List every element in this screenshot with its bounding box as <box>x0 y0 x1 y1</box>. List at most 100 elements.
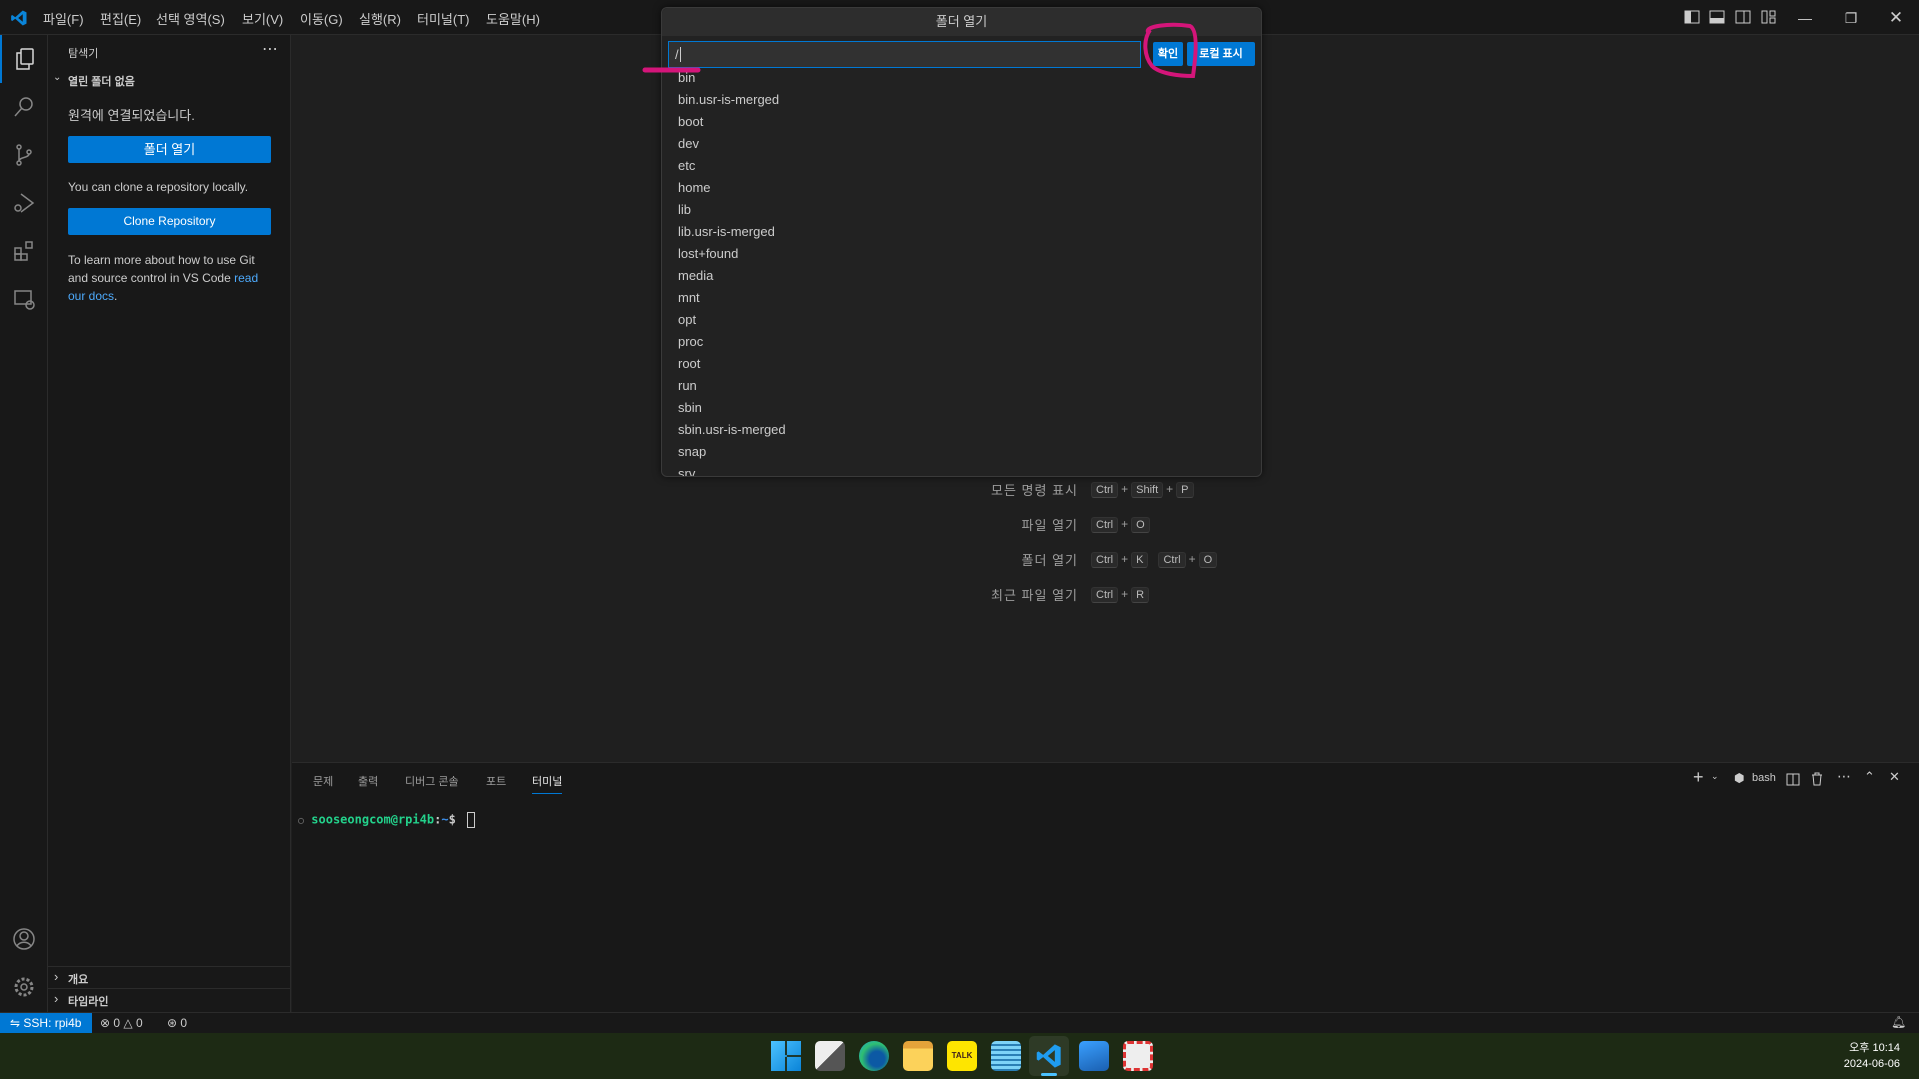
account-icon[interactable] <box>0 915 48 963</box>
keycap: Ctrl <box>1158 552 1186 568</box>
folder-list-item[interactable]: dev <box>678 133 699 155</box>
folder-list-item[interactable]: lost+found <box>678 243 738 265</box>
clone-repository-button[interactable]: Clone Repository <box>68 208 271 235</box>
ok-button[interactable]: 확인 <box>1153 42 1183 66</box>
folder-list-item[interactable]: run <box>678 375 697 397</box>
menu-go[interactable]: 이동(G) <box>300 9 343 28</box>
menu-edit[interactable]: 편집(E) <box>100 9 141 28</box>
folder-list-item[interactable]: lib.usr-is-merged <box>678 221 775 243</box>
plus-sign: + <box>1121 482 1129 496</box>
toggle-secondary-sidebar-icon[interactable] <box>1735 10 1751 24</box>
close-panel-icon[interactable]: ✕ <box>1889 769 1900 785</box>
folder-list-item[interactable]: proc <box>678 331 703 353</box>
prompt-user: sooseongcom@rpi4b <box>311 812 435 827</box>
kakaotalk-icon[interactable]: TALK <box>947 1041 977 1071</box>
shortcut-label: 최근 파일 열기 <box>991 588 1078 603</box>
restore-icon[interactable]: ❐ <box>1841 8 1861 28</box>
edge-icon[interactable] <box>859 1041 889 1071</box>
file-explorer-icon[interactable] <box>903 1041 933 1071</box>
tab-ports[interactable]: 포트 <box>486 773 506 789</box>
terminal-output[interactable]: ○ sooseongcom@rpi4b:~$ <box>298 812 476 828</box>
remote-label: SSH: rpi4b <box>23 1016 82 1030</box>
folder-list-item[interactable]: mnt <box>678 287 700 309</box>
folder-list-item[interactable]: media <box>678 265 713 287</box>
warning-count: 0 <box>135 1016 143 1030</box>
photos-icon[interactable] <box>1079 1041 1109 1071</box>
tab-debug-console[interactable]: 디버그 콘솔 <box>405 773 459 789</box>
explorer-icon[interactable] <box>0 35 48 83</box>
outline-section[interactable]: › 개요 <box>48 966 290 988</box>
folder-list-item[interactable]: opt <box>678 309 696 331</box>
timeline-section[interactable]: › 타임라인 <box>48 988 290 1010</box>
menu-selection[interactable]: 선택 영역(S) <box>156 9 225 28</box>
status-bar: ⇋ SSH: rpi4b ⊗ 0 △ 0 ⊛ 0 🔔︎ <box>0 1012 1919 1033</box>
folder-path-input[interactable]: / <box>668 41 1141 68</box>
keycap: O <box>1198 552 1218 568</box>
connected-message: 원격에 연결되었습니다. <box>68 108 195 123</box>
no-folder-section-header[interactable]: 열린 폴더 없음 <box>68 73 135 89</box>
bell-icon[interactable]: 🔔︎ <box>1891 1015 1906 1029</box>
remote-explorer-icon[interactable] <box>0 275 48 323</box>
terminal-shell-name[interactable]: bash <box>1752 772 1776 784</box>
toggle-sidebar-icon[interactable] <box>1684 10 1700 24</box>
show-local-button[interactable]: 로컬 표시 <box>1187 42 1255 66</box>
vscode-taskbar-icon[interactable] <box>1029 1036 1069 1076</box>
menu-file[interactable]: 파일(F) <box>43 9 84 28</box>
tab-terminal[interactable]: 터미널 <box>532 773 563 794</box>
bottom-panel: 문제 출력 디버그 콘솔 포트 터미널 + ⌄ ⬢ bash ⋯ ⌃ ✕ ○ s… <box>292 762 1919 1012</box>
chevron-down-icon[interactable]: ⌄ <box>53 72 61 83</box>
folder-list-item[interactable]: bin <box>678 67 695 89</box>
folder-list-item[interactable]: root <box>678 353 700 375</box>
shortcut-label: 파일 열기 <box>1021 518 1078 533</box>
notepad-icon[interactable] <box>991 1041 1021 1071</box>
menu-run[interactable]: 실행(R) <box>359 9 401 28</box>
folder-list-item[interactable]: home <box>678 177 711 199</box>
tab-output[interactable]: 출력 <box>358 773 378 789</box>
open-folder-button[interactable]: 폴더 열기 <box>68 136 271 163</box>
system-clock[interactable]: 오후 10:14 2024-06-06 <box>1820 1040 1900 1072</box>
tab-problems[interactable]: 문제 <box>313 773 333 789</box>
menu-help[interactable]: 도움말(H) <box>486 9 540 28</box>
minimize-icon[interactable]: — <box>1795 8 1815 28</box>
search-icon[interactable] <box>0 83 48 131</box>
folder-list-item[interactable]: etc <box>678 155 695 177</box>
more-actions-icon[interactable]: ⋯ <box>262 39 278 59</box>
folder-list-item[interactable]: boot <box>678 111 703 133</box>
split-terminal-icon[interactable] <box>1786 773 1800 786</box>
folder-list-item[interactable]: bin.usr-is-merged <box>678 89 779 111</box>
settings-gear-icon[interactable] <box>0 963 48 1011</box>
new-terminal-icon[interactable]: + <box>1693 767 1704 788</box>
toggle-panel-icon[interactable] <box>1709 10 1725 24</box>
folder-list-item[interactable]: sbin <box>678 397 702 419</box>
source-control-icon[interactable] <box>0 131 48 179</box>
more-actions-icon[interactable]: ⋯ <box>1837 768 1851 785</box>
shortcut-row: 파일 열기 Ctrl + O <box>878 515 1159 534</box>
customize-layout-icon[interactable] <box>1761 10 1777 24</box>
key-combo: Ctrl + Shift + P <box>1090 481 1195 498</box>
keycap: Ctrl <box>1091 587 1119 603</box>
chevron-down-icon[interactable]: ⌄ <box>1711 771 1719 782</box>
ports-indicator[interactable]: ⊛ 0 <box>167 1016 187 1030</box>
problems-indicator[interactable]: ⊗ 0 △ 0 <box>100 1016 143 1030</box>
menu-view[interactable]: 보기(V) <box>242 9 283 28</box>
shortcut-row: 폴더 열기 Ctrl + K Ctrl + O <box>878 550 1226 569</box>
text-cursor <box>679 47 681 62</box>
trash-icon[interactable] <box>1811 772 1823 786</box>
folder-list-item[interactable]: srv <box>678 463 695 476</box>
folder-list-item[interactable]: sbin.usr-is-merged <box>678 419 786 441</box>
extensions-icon[interactable] <box>0 227 48 275</box>
outline-label: 개요 <box>68 974 89 986</box>
plus-sign: + <box>1121 552 1129 566</box>
close-window-icon[interactable]: ✕ <box>1886 8 1906 28</box>
folder-list-item[interactable]: lib <box>678 199 691 221</box>
run-debug-icon[interactable] <box>0 179 48 227</box>
menu-terminal[interactable]: 터미널(T) <box>417 9 469 28</box>
task-view-icon[interactable] <box>815 1041 845 1071</box>
snipping-tool-icon[interactable] <box>1123 1041 1153 1071</box>
key-combo: Ctrl + K <box>1090 551 1149 568</box>
remote-indicator[interactable]: ⇋ SSH: rpi4b <box>0 1013 92 1033</box>
windows-start-icon[interactable] <box>771 1041 801 1071</box>
keycap: Ctrl <box>1091 517 1119 533</box>
folder-list-item[interactable]: snap <box>678 441 706 463</box>
maximize-panel-icon[interactable]: ⌃ <box>1864 769 1875 785</box>
